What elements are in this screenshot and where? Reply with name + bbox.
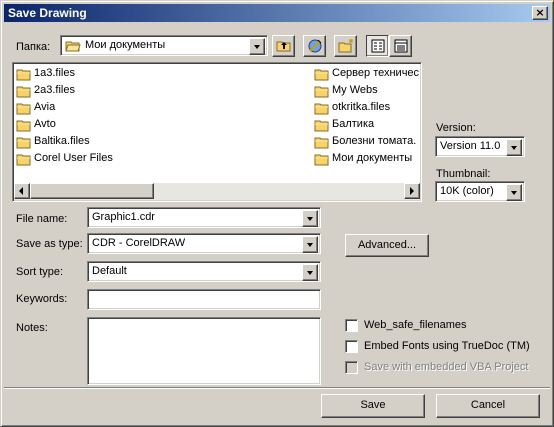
list-item-label: Болезни томата. bbox=[332, 135, 417, 147]
look-in-value: Мои документы bbox=[85, 39, 166, 51]
list-item[interactable]: Corel User Files bbox=[16, 151, 216, 167]
chevron-down-icon[interactable] bbox=[506, 139, 522, 156]
scroll-left-button[interactable] bbox=[14, 183, 30, 199]
list-item-label: Балтика bbox=[332, 118, 375, 130]
scroll-right-button[interactable] bbox=[404, 183, 420, 199]
list-item-label: Baltika.files bbox=[34, 135, 90, 147]
version-combo[interactable]: Version 11.0 bbox=[435, 136, 525, 157]
chevron-left-icon bbox=[15, 187, 29, 201]
list-item-label: 2a3.files bbox=[34, 84, 75, 96]
thumbnail-combo[interactable]: 10K (color) bbox=[435, 181, 525, 202]
folder-icon bbox=[16, 153, 32, 169]
list-item[interactable]: Avto bbox=[16, 117, 216, 133]
list-item-label: 1a3.files bbox=[34, 67, 75, 79]
embed-vba-checkbox bbox=[345, 361, 358, 374]
save-as-type-combo[interactable]: CDR - CorelDRAW bbox=[87, 233, 321, 254]
file-name-label: File name: bbox=[16, 213, 68, 225]
folder-icon bbox=[16, 102, 32, 118]
web-folders-button[interactable] bbox=[303, 35, 326, 57]
list-item[interactable]: 2a3.files bbox=[16, 83, 216, 99]
folder-icon bbox=[314, 136, 330, 152]
close-button[interactable]: × bbox=[532, 6, 548, 20]
look-in-label: Папка: bbox=[16, 41, 51, 53]
chevron-down-icon[interactable] bbox=[249, 38, 265, 55]
separator bbox=[4, 387, 550, 389]
cancel-button[interactable]: Cancel bbox=[436, 394, 540, 418]
folder-icon bbox=[16, 119, 32, 135]
chevron-right-icon bbox=[405, 187, 419, 201]
chevron-down-icon[interactable] bbox=[506, 184, 522, 201]
folder-icon bbox=[314, 119, 330, 135]
embed-vba-label: Save with embedded VBA Project bbox=[364, 361, 529, 373]
list-view-button[interactable] bbox=[366, 35, 389, 57]
save-drawing-dialog: Save Drawing × Папка: Мои документы 1a3.… bbox=[0, 0, 554, 427]
folder-icon bbox=[314, 85, 330, 101]
save-button[interactable]: Save bbox=[321, 394, 425, 418]
sort-type-label: Sort type: bbox=[16, 266, 64, 278]
list-item-label: otkritka.files bbox=[332, 101, 391, 113]
save-as-type-label: Save as type: bbox=[16, 238, 83, 250]
folder-icon bbox=[314, 153, 330, 169]
web-safe-label: Web_safe_filenames bbox=[364, 319, 467, 331]
list-item[interactable]: My Webs bbox=[314, 83, 424, 99]
new-folder-button[interactable] bbox=[334, 35, 357, 57]
thumbnail-value: 10K (color) bbox=[440, 185, 494, 197]
save-as-type-value: CDR - CorelDRAW bbox=[92, 237, 186, 249]
look-in-combo[interactable]: Мои документы bbox=[60, 35, 268, 56]
details-view-button[interactable] bbox=[389, 35, 412, 57]
list-item[interactable]: Балтика bbox=[314, 117, 424, 133]
scroll-thumb[interactable] bbox=[30, 183, 154, 199]
web-safe-checkbox[interactable] bbox=[345, 319, 358, 332]
up-folder-button[interactable] bbox=[272, 35, 295, 57]
list-item-label: Сервер техничес bbox=[332, 67, 420, 79]
folder-icon bbox=[16, 85, 32, 101]
file-name-value: Graphic1.cdr bbox=[92, 211, 155, 223]
list-item[interactable]: Болезни томата. bbox=[314, 134, 424, 150]
file-name-combo[interactable]: Graphic1.cdr bbox=[87, 207, 321, 228]
list-item-label: Corel User Files bbox=[34, 152, 113, 164]
embed-fonts-label: Embed Fonts using TrueDoc (TM) bbox=[364, 340, 530, 352]
chevron-down-icon[interactable] bbox=[302, 264, 318, 281]
version-label: Version: bbox=[436, 122, 476, 134]
folder-icon bbox=[314, 102, 330, 118]
keywords-input[interactable] bbox=[87, 289, 321, 310]
list-item-label: Avia bbox=[34, 101, 56, 113]
sort-type-combo[interactable]: Default bbox=[87, 261, 321, 282]
folder-icon bbox=[16, 68, 32, 84]
folder-icon bbox=[16, 136, 32, 152]
thumbnail-label: Thumbnail: bbox=[436, 168, 491, 180]
list-item-label: Мои документы bbox=[332, 152, 413, 164]
embed-fonts-checkbox[interactable] bbox=[345, 340, 358, 353]
list-item[interactable]: Мои документы bbox=[314, 151, 424, 167]
horizontal-scrollbar[interactable] bbox=[14, 183, 420, 200]
file-list[interactable]: 1a3.files 2a3.files Avia Avto Baltika.files C… bbox=[12, 62, 422, 202]
dialog-title: Save Drawing bbox=[8, 6, 87, 20]
list-item[interactable]: Сервер техничес bbox=[314, 66, 424, 82]
list-item[interactable]: Avia bbox=[16, 100, 216, 116]
list-item-label: My Webs bbox=[332, 84, 378, 96]
chevron-down-icon[interactable] bbox=[302, 210, 318, 227]
advanced-button[interactable]: Advanced... bbox=[345, 234, 429, 257]
keywords-label: Keywords: bbox=[16, 293, 68, 305]
list-item[interactable]: otkritka.files bbox=[314, 100, 424, 116]
sort-type-value: Default bbox=[92, 265, 127, 277]
list-item[interactable]: Baltika.files bbox=[16, 134, 216, 150]
chevron-down-icon[interactable] bbox=[302, 236, 318, 253]
list-item[interactable]: 1a3.files bbox=[16, 66, 216, 82]
title-bar: Save Drawing × bbox=[4, 4, 550, 22]
notes-label: Notes: bbox=[16, 322, 48, 334]
list-item-label: Avto bbox=[34, 118, 56, 130]
folder-icon bbox=[314, 68, 330, 84]
notes-textarea[interactable] bbox=[87, 317, 321, 385]
version-value: Version 11.0 bbox=[440, 140, 501, 152]
folder-open-icon bbox=[65, 39, 81, 56]
